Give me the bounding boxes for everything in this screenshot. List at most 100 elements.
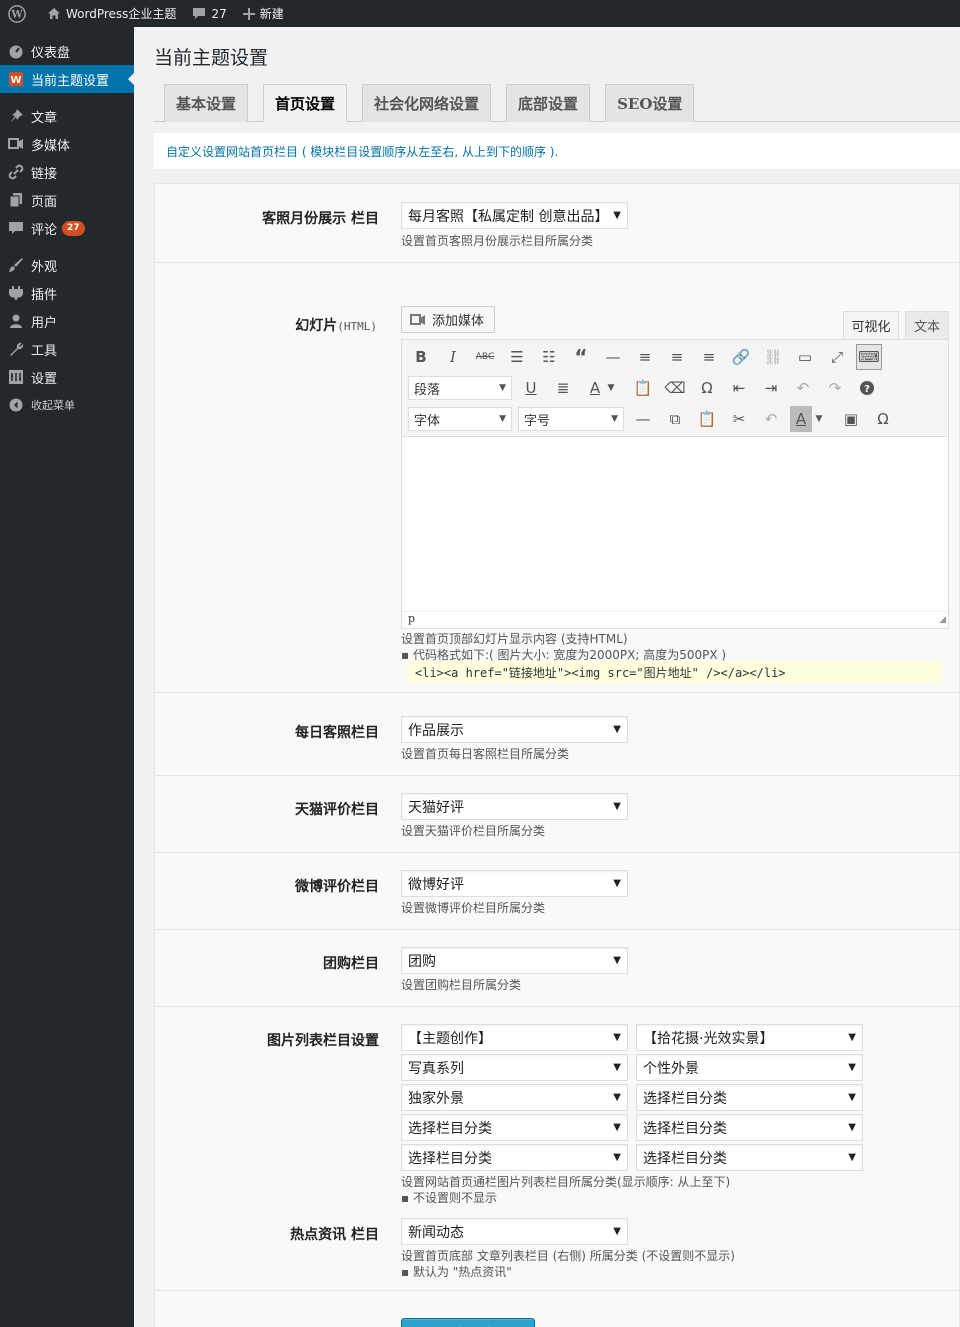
editor-content-area[interactable] [402, 437, 948, 611]
paste-text-icon[interactable]: 📋 [630, 375, 656, 401]
font-family-select[interactable]: 字体 ▼ [408, 407, 512, 431]
horizontal-rule-icon[interactable]: — [600, 344, 626, 370]
sidebar-item-users[interactable]: 用户 [0, 307, 134, 335]
sidebar-item-theme-settings[interactable]: W 当前主题设置 [0, 65, 134, 93]
dropdown-arrow-icon: ▼ [848, 1062, 856, 1073]
indent-icon[interactable]: ⇥ [758, 375, 784, 401]
bullet-list-icon[interactable]: ☰ [504, 344, 530, 370]
collapse-icon [8, 397, 24, 413]
imagelist-right-select-2[interactable]: 个性外景 ▼ [636, 1054, 863, 1081]
resize-handle-icon[interactable]: ◢ [939, 615, 946, 625]
sidebar-collapse-menu[interactable]: 收起菜单 [0, 391, 134, 419]
sidebar-item-settings[interactable]: 设置 [0, 363, 134, 391]
undo-alt-icon[interactable]: ↶ [758, 406, 784, 432]
add-media-button[interactable]: 添加媒体 [401, 306, 495, 333]
weibo-category-select[interactable]: 微博好评 ▼ [401, 870, 628, 897]
imagelist-right-select-4[interactable]: 选择栏目分类 ▼ [636, 1114, 863, 1141]
new-label: 新建 [259, 7, 284, 21]
read-more-icon[interactable]: ▭ [792, 344, 818, 370]
redo-icon[interactable]: ↷ [822, 375, 848, 401]
select-value: 每月客照【私属定制 创意出品】 [408, 208, 609, 225]
insert-link-icon[interactable]: 🔗 [728, 344, 754, 370]
help-icon[interactable]: ? [854, 375, 880, 401]
editor-tab-text[interactable]: 文本 [905, 311, 949, 339]
imagelist-right-select-3[interactable]: 选择栏目分类 ▼ [636, 1084, 863, 1111]
sidebar-item-comments[interactable]: 评论 27 [0, 214, 134, 242]
setting-row-imagelist: 图片列表栏目设置 【主题创作】 ▼ 【拾花摄·光效实景】 ▼ 写真系列 ▼ 个性外景 ▼… [155, 1007, 960, 1291]
italic-icon[interactable]: I [440, 344, 466, 370]
numbered-list-icon[interactable]: ☷ [536, 344, 562, 370]
cut-icon[interactable]: ✂ [726, 406, 752, 432]
underline-icon[interactable]: U [518, 375, 544, 401]
monthly-category-select[interactable]: 每月客照【私属定制 创意出品】 ▼ [401, 202, 628, 229]
copy-icon[interactable]: ⧉ [662, 406, 688, 432]
setting-row-monthly: 客照月份展示 栏目 每月客照【私属定制 创意出品】 ▼ 设置首页客照月份展示栏目所… [155, 184, 960, 263]
sidebar-item-links[interactable]: 链接 [0, 158, 134, 186]
font-size-select[interactable]: 字号 ▼ [518, 407, 624, 431]
tab-seo-settings[interactable]: SEO设置 [605, 84, 695, 122]
toolbar-toggle-icon[interactable]: ⌨ [856, 344, 882, 370]
bold-icon[interactable]: B [408, 344, 434, 370]
new-content-link[interactable]: 新建 [235, 0, 292, 27]
setting-row-daily: 每日客照栏目 作品展示 ▼ 设置首页每日客照栏目所属分类 [155, 699, 960, 776]
imagelist-right-select-1[interactable]: 【拾花摄·光效实景】 ▼ [636, 1024, 863, 1051]
outdent-icon[interactable]: ⇤ [726, 375, 752, 401]
tab-homepage-settings[interactable]: 首页设置 [263, 84, 348, 122]
editor-tab-visual[interactable]: 可视化 [843, 311, 899, 339]
comments-count: 27 [211, 6, 227, 21]
paragraph-format-select[interactable]: 段落 ▼ [408, 376, 512, 400]
imagelist-left-select-2[interactable]: 写真系列 ▼ [401, 1054, 628, 1081]
sidebar-item-media[interactable]: 多媒体 [0, 130, 134, 158]
tab-social-settings[interactable]: 社会化网络设置 [362, 84, 492, 122]
imagelist-right-select-5[interactable]: 选择栏目分类 ▼ [636, 1144, 863, 1171]
strikethrough-icon[interactable]: ABC [472, 344, 498, 370]
site-name-link[interactable]: WordPress企业主题 [39, 0, 184, 27]
comments-link[interactable]: 27 [184, 0, 234, 27]
field-label: 图片列表栏目设置 [267, 1033, 379, 1049]
tab-footer-settings[interactable]: 底部设置 [506, 84, 591, 122]
imagelist-left-select-5[interactable]: 选择栏目分类 ▼ [401, 1144, 628, 1171]
select-value: 字体 [414, 413, 441, 429]
editor-toolbar: B I ABC ☰ ☷ “ — ≡ ≡ ≡ 🔗 ⛓ ▭ ⤢ ⌨ 段落 ▼ U ≣… [402, 340, 948, 437]
sidebar-item-label: 用户 [31, 315, 58, 331]
align-left-icon[interactable]: ≡ [632, 344, 658, 370]
sidebar-item-dashboard[interactable]: 仪表盘 [0, 37, 134, 65]
sidebar-item-posts[interactable]: 文章 [0, 102, 134, 130]
clear-formatting-icon[interactable]: ⌫ [662, 375, 688, 401]
sidebar-item-plugins[interactable]: 插件 [0, 279, 134, 307]
omega-icon[interactable]: Ω [870, 406, 896, 432]
page-title: 当前主题设置 [154, 47, 269, 69]
horizontal-line-icon[interactable]: — [630, 406, 656, 432]
imagelist-left-select-3[interactable]: 独家外景 ▼ [401, 1084, 628, 1111]
settings-panel: 客照月份展示 栏目 每月客照【私属定制 创意出品】 ▼ 设置首页客照月份展示栏目所… [154, 183, 960, 1327]
special-character-icon[interactable]: Ω [694, 375, 720, 401]
svg-text:?: ? [864, 384, 870, 395]
background-color-icon[interactable]: A [790, 406, 812, 432]
imagelist-left-select-4[interactable]: 选择栏目分类 ▼ [401, 1114, 628, 1141]
align-center-icon[interactable]: ≡ [664, 344, 690, 370]
dashboard-icon [8, 43, 24, 59]
dropdown-arrow-icon: ▼ [613, 1032, 621, 1043]
imagelist-left-select-1[interactable]: 【主题创作】 ▼ [401, 1024, 628, 1051]
daily-category-select[interactable]: 作品展示 ▼ [401, 716, 628, 743]
tmall-category-select[interactable]: 天猫好评 ▼ [401, 793, 628, 820]
sidebar-item-appearance[interactable]: 外观 [0, 251, 134, 279]
fullscreen-icon[interactable]: ⤢ [824, 344, 850, 370]
wp-logo-icon[interactable]: W [0, 0, 39, 27]
text-color-dropdown-icon[interactable]: ▼ [604, 375, 618, 401]
align-right-icon[interactable]: ≡ [696, 344, 722, 370]
group-category-select[interactable]: 团购 ▼ [401, 947, 628, 974]
save-button[interactable]: 保存更改 [401, 1318, 535, 1327]
tab-basic-settings[interactable]: 基本设置 [164, 84, 249, 122]
blockquote-icon[interactable]: “ [568, 344, 594, 370]
sidebar-item-pages[interactable]: 页面 [0, 186, 134, 214]
hotnews-category-select[interactable]: 新闻动态 ▼ [401, 1218, 628, 1245]
copy-format-icon[interactable]: ▣ [838, 406, 864, 432]
justify-icon[interactable]: ≣ [550, 375, 576, 401]
paste-icon[interactable]: 📋 [694, 406, 720, 432]
remove-link-icon[interactable]: ⛓ [760, 344, 786, 370]
sidebar-item-tools[interactable]: 工具 [0, 335, 134, 363]
undo-icon[interactable]: ↶ [790, 375, 816, 401]
field-label: 幻灯片 [295, 318, 338, 334]
background-color-dropdown-icon[interactable]: ▼ [812, 406, 826, 432]
